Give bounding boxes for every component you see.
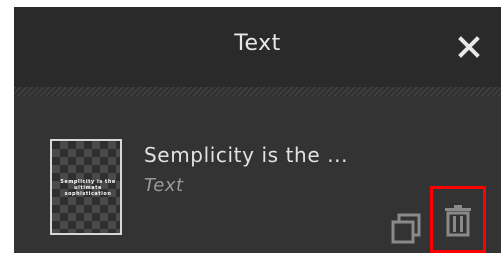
panel-title: Text (234, 31, 281, 56)
layer-thumbnail[interactable]: Semplicity is the ultimate sophisticatio… (50, 139, 122, 235)
layer-type-label: Text (144, 175, 184, 196)
trash-icon (445, 205, 471, 237)
duplicate-button[interactable] (390, 211, 422, 245)
thumbnail-text: Semplicity is the ultimate sophisticatio… (60, 179, 116, 197)
close-icon (458, 36, 480, 58)
header-divider (14, 87, 501, 96)
layer-item[interactable]: Semplicity is the ultimate sophisticatio… (14, 96, 501, 253)
delete-button[interactable] (430, 186, 486, 253)
layer-name: Semplicity is the ... (144, 143, 349, 167)
close-button[interactable] (455, 33, 483, 61)
panel-header: Text (14, 7, 501, 87)
duplicate-icon (391, 213, 421, 244)
text-layer-panel: Text Semplicity is the ultimate sophisti… (14, 7, 501, 253)
